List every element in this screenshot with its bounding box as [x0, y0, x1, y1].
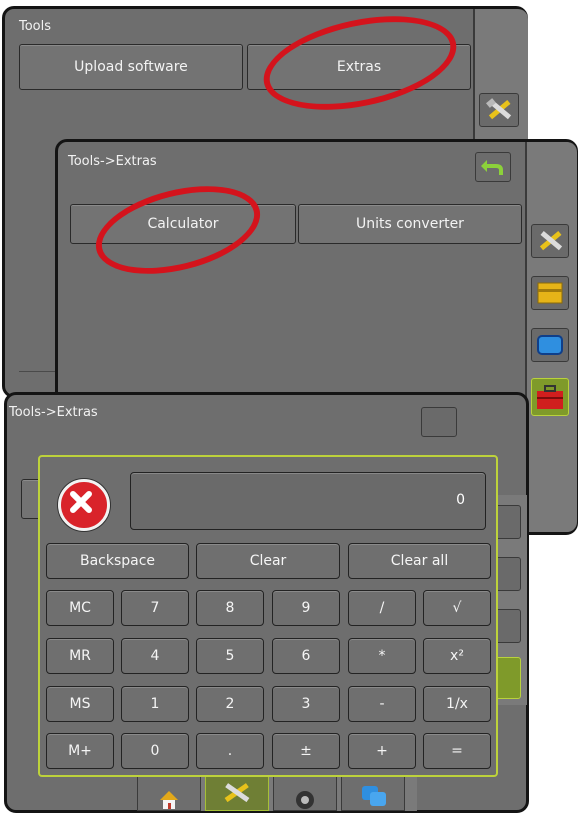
- memory-add-button[interactable]: M+: [46, 733, 114, 769]
- toolbox-icon[interactable]: [531, 378, 569, 416]
- digit-1-button[interactable]: 1: [121, 686, 189, 722]
- upload-software-button[interactable]: Upload software: [19, 44, 243, 90]
- digit-0-button[interactable]: 0: [121, 733, 189, 769]
- clear-button[interactable]: Clear: [196, 543, 340, 579]
- digit-9-button[interactable]: 9: [272, 590, 340, 626]
- digit-6-button[interactable]: 6: [272, 638, 340, 674]
- digit-5-button[interactable]: 5: [196, 638, 264, 674]
- negate-button[interactable]: ±: [272, 733, 340, 769]
- units-converter-button[interactable]: Units converter: [298, 204, 522, 244]
- bottom-tab-bar: [137, 775, 417, 811]
- tools-tab[interactable]: [205, 775, 269, 811]
- data-tab[interactable]: [341, 775, 405, 811]
- memory-clear-button[interactable]: MC: [46, 590, 114, 626]
- decimal-button[interactable]: .: [196, 733, 264, 769]
- tools-icon[interactable]: [479, 93, 519, 127]
- back-arrow-icon[interactable]: [475, 152, 511, 182]
- digit-8-button[interactable]: 8: [196, 590, 264, 626]
- home-tab[interactable]: [137, 775, 201, 811]
- digit-2-button[interactable]: 2: [196, 686, 264, 722]
- digit-3-button[interactable]: 3: [272, 686, 340, 722]
- subtract-button[interactable]: -: [348, 686, 416, 722]
- calculator-display: 0: [130, 472, 486, 530]
- digit-7-button[interactable]: 7: [121, 590, 189, 626]
- back-arrow-icon[interactable]: [421, 407, 457, 437]
- digit-4-button[interactable]: 4: [121, 638, 189, 674]
- backspace-button[interactable]: Backspace: [46, 543, 189, 579]
- sqrt-button[interactable]: √: [423, 590, 491, 626]
- memory-store-button[interactable]: MS: [46, 686, 114, 722]
- close-icon[interactable]: [58, 479, 110, 531]
- page-title: Tools->Extras: [9, 405, 98, 420]
- square-button[interactable]: x²: [423, 638, 491, 674]
- divide-button[interactable]: /: [348, 590, 416, 626]
- page-title: Tools: [19, 19, 52, 34]
- camera-tab[interactable]: [273, 775, 337, 811]
- equals-button[interactable]: =: [423, 733, 491, 769]
- tools-icon[interactable]: [531, 224, 569, 258]
- display-value: 0: [456, 492, 465, 508]
- reciprocal-button[interactable]: 1/x: [423, 686, 491, 722]
- memory-recall-button[interactable]: MR: [46, 638, 114, 674]
- clear-all-button[interactable]: Clear all: [348, 543, 491, 579]
- page-title: Tools->Extras: [68, 154, 157, 169]
- add-button[interactable]: +: [348, 733, 416, 769]
- filing-box-icon[interactable]: [531, 276, 569, 310]
- display-icon[interactable]: [531, 328, 569, 362]
- multiply-button[interactable]: *: [348, 638, 416, 674]
